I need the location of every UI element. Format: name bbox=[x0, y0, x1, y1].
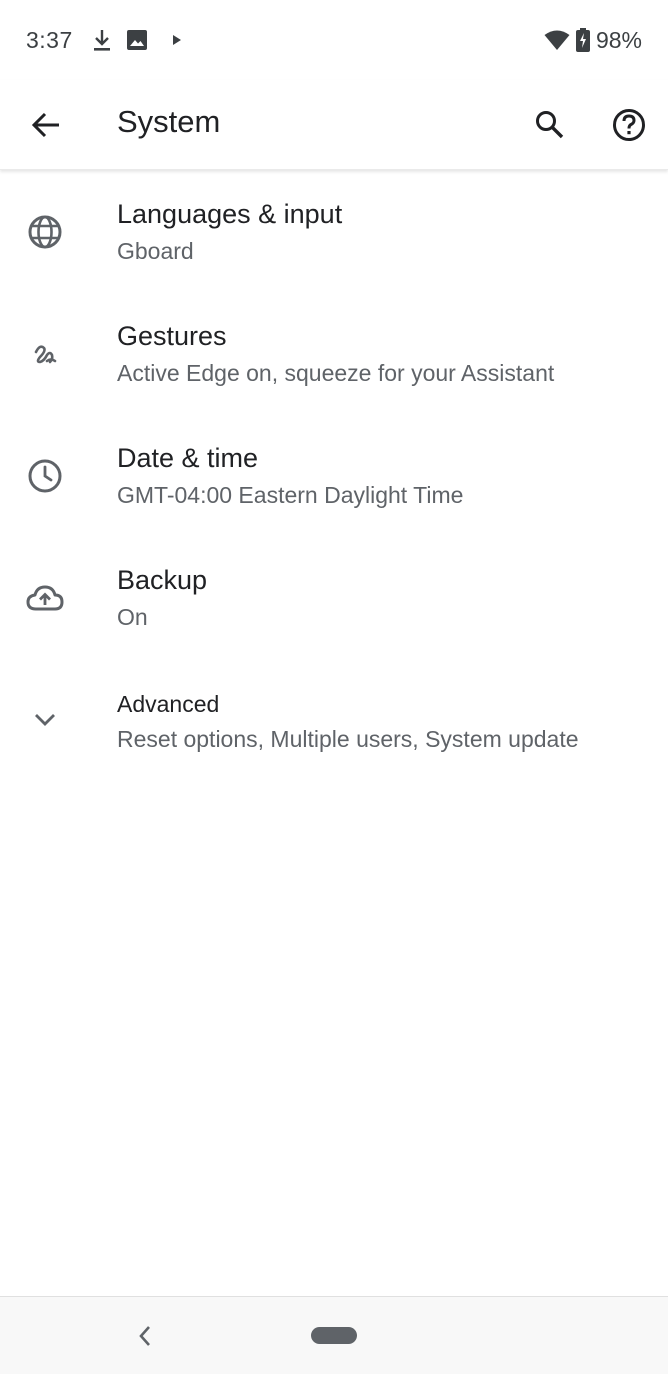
item-title: Advanced bbox=[117, 691, 220, 717]
cloud-upload-icon bbox=[24, 577, 66, 619]
download-icon bbox=[91, 28, 113, 52]
battery-charging-icon bbox=[575, 28, 590, 52]
settings-item-advanced[interactable]: Advanced Reset options, Multiple users, … bbox=[0, 659, 668, 781]
image-icon bbox=[125, 29, 149, 51]
clock-icon bbox=[24, 455, 66, 497]
item-summary: Reset options, Multiple users, System up… bbox=[117, 726, 579, 752]
status-right-group: 98% bbox=[544, 27, 642, 54]
page-title: System bbox=[117, 104, 221, 139]
item-title: Gestures bbox=[117, 321, 227, 351]
help-icon[interactable] bbox=[601, 97, 657, 153]
item-title: Languages & input bbox=[117, 199, 343, 229]
status-bar: 3:37 98% bbox=[0, 0, 668, 80]
globe-icon bbox=[24, 211, 66, 253]
gesture-icon bbox=[24, 333, 66, 375]
settings-item-languages-input[interactable]: Languages & input Gboard bbox=[0, 171, 668, 293]
status-time: 3:37 bbox=[26, 26, 73, 53]
arrow-back-icon[interactable] bbox=[18, 97, 74, 153]
settings-item-backup[interactable]: Backup On bbox=[0, 537, 668, 659]
wifi-icon bbox=[544, 29, 570, 51]
item-summary: On bbox=[117, 604, 148, 630]
chevron-down-icon[interactable] bbox=[24, 699, 66, 741]
navigation-bar bbox=[0, 1296, 668, 1374]
play-icon bbox=[171, 34, 183, 46]
nav-back-icon[interactable] bbox=[130, 1319, 160, 1353]
item-summary: Gboard bbox=[117, 238, 194, 264]
item-summary: Active Edge on, squeeze for your Assista… bbox=[117, 360, 555, 386]
search-icon[interactable] bbox=[522, 97, 578, 153]
app-bar: System bbox=[0, 80, 668, 170]
system-settings-screen: 3:37 98% System Languages & input Gboard… bbox=[0, 0, 668, 1374]
settings-list: Languages & input Gboard Gestures Active… bbox=[0, 171, 668, 781]
settings-item-gestures[interactable]: Gestures Active Edge on, squeeze for you… bbox=[0, 293, 668, 415]
item-title: Backup bbox=[117, 565, 208, 595]
battery-percent: 98% bbox=[595, 26, 642, 53]
item-title: Date & time bbox=[117, 443, 259, 473]
home-pill[interactable] bbox=[311, 1327, 357, 1344]
settings-item-date-time[interactable]: Date & time GMT-04:00 Eastern Daylight T… bbox=[0, 415, 668, 537]
item-summary: GMT-04:00 Eastern Daylight Time bbox=[117, 482, 464, 508]
